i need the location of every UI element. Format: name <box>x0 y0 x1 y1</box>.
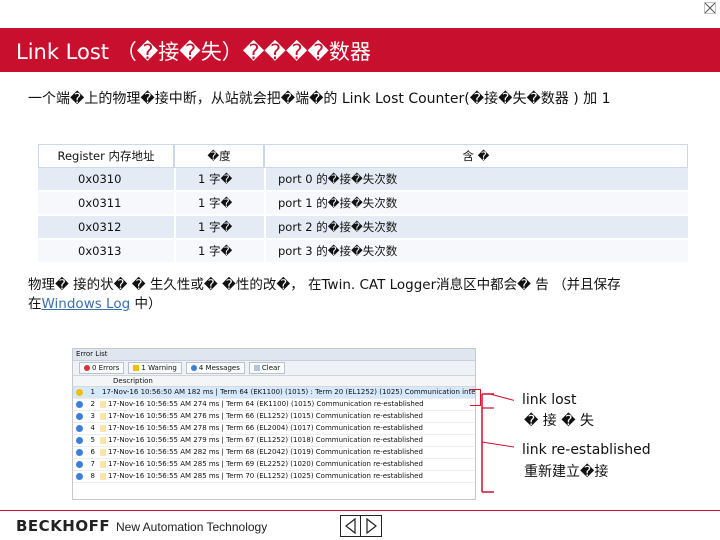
list-item[interactable]: 6 17-Nov-16 10:56:55 AM 282 ms | Term 68… <box>73 447 475 459</box>
table-row: 0x0311 1 字� port 1 的�接�失次数 <box>38 192 688 216</box>
info-icon <box>76 437 83 444</box>
row-text: 17-Nov-16 10:56:55 AM 279 ms | Term 67 (… <box>108 436 423 444</box>
brand-logo: BECKHOFF <box>16 517 111 535</box>
row-text: 17-Nov-16 10:56:55 AM 276 ms | Term 66 (… <box>108 412 423 420</box>
register-cell: 0x0310 <box>38 168 174 192</box>
document-icon <box>100 473 106 480</box>
info-icon <box>190 365 197 371</box>
brand-tagline: New Automation Technology <box>116 520 268 534</box>
footer-divider <box>0 510 720 511</box>
register-cell: 0x0312 <box>38 216 174 240</box>
info-icon <box>76 449 83 456</box>
list-item[interactable]: 5 17-Nov-16 10:56:55 AM 279 ms | Term 67… <box>73 435 475 447</box>
error-list-title: Error List <box>73 349 475 361</box>
errors-filter-label: 0 Errors <box>92 364 120 372</box>
length-cell: 1 字� <box>174 192 264 216</box>
messages-filter-button[interactable]: 4 Messages <box>185 362 245 374</box>
windows-log-link[interactable]: Windows Log <box>42 296 131 312</box>
document-icon <box>100 401 106 408</box>
meaning-cell: port 0 的�接�失次数 <box>264 168 688 192</box>
list-item[interactable]: 3 17-Nov-16 10:56:55 AM 276 ms | Term 66… <box>73 411 475 423</box>
close-icon[interactable] <box>704 2 716 14</box>
row-number: 3 <box>90 412 95 420</box>
column-header-register: Register 内存地址 <box>38 144 174 168</box>
list-item[interactable]: 8 17-Nov-16 10:56:55 AM 285 ms | Term 70… <box>73 471 475 483</box>
register-cell: 0x0311 <box>38 192 174 216</box>
error-list-window: Error List 0 Errors 1 Warning 4 Messages… <box>72 348 476 500</box>
description-paragraph: 物理� 接的状� � 生久性或� �性的改�， 在Twin. CAT Logge… <box>28 276 708 314</box>
info-icon <box>76 473 83 480</box>
warnings-filter-label: 1 Warning <box>141 364 177 372</box>
page-title: Link Lost （�接�失）����数器 <box>16 40 371 64</box>
row-text: 17-Nov-16 10:56:55 AM 278 ms | Term 66 (… <box>108 424 423 432</box>
clear-icon <box>253 365 260 371</box>
row-text: 17-Nov-16 10:56:50 AM 182 ms | Term 64 (… <box>102 388 476 396</box>
row-text: 17-Nov-16 10:56:55 AM 282 ms | Term 68 (… <box>108 448 423 456</box>
error-icon <box>84 365 90 371</box>
info-icon <box>76 461 83 468</box>
table-row: 0x0310 1 字� port 0 的�接�失次数 <box>38 168 688 192</box>
row-number: 6 <box>90 448 95 456</box>
register-table: Register 内存地址 �度 含 � 0x0310 1 字� port 0 … <box>38 144 688 264</box>
list-item[interactable]: 2 17-Nov-16 10:56:55 AM 274 ms | Term 64… <box>73 399 475 411</box>
meaning-cell: port 1 的�接�失次数 <box>264 192 688 216</box>
column-header-length: �度 <box>174 144 264 168</box>
clear-label: Clear <box>261 364 281 372</box>
document-icon <box>100 449 106 456</box>
paragraph-suffix: 中） <box>130 296 162 312</box>
row-number: 8 <box>90 472 95 480</box>
paragraph-line-2: 在Windows Log 中） <box>28 295 708 314</box>
paragraph-line-1: 物理� 接的状� � 生久性或� �性的改�， 在Twin. CAT Logge… <box>28 277 621 293</box>
list-item[interactable]: 4 17-Nov-16 10:56:55 AM 278 ms | Term 66… <box>73 423 475 435</box>
info-icon <box>76 401 83 408</box>
row-number: 2 <box>90 400 95 408</box>
intro-text: 一个端�上的物理�接中断，从站就会把�端�的 Link Lost Counter… <box>28 91 611 107</box>
document-icon <box>100 413 106 420</box>
row-number: 4 <box>90 424 95 432</box>
length-cell: 1 字� <box>174 168 264 192</box>
length-cell: 1 字� <box>174 216 264 240</box>
register-cell: 0x0313 <box>38 240 174 264</box>
warning-icon <box>76 389 83 396</box>
highlight-bracket <box>481 393 514 493</box>
row-text: 17-Nov-16 10:56:55 AM 274 ms | Term 64 (… <box>108 400 424 408</box>
document-icon <box>100 425 106 432</box>
next-slide-icon[interactable] <box>360 515 382 537</box>
table-row: 0x0313 1 字� port 3 的�接�失次数 <box>38 240 688 264</box>
document-icon <box>100 461 106 468</box>
messages-filter-label: 4 Messages <box>198 364 240 372</box>
previous-slide-icon[interactable] <box>340 515 362 537</box>
row-text: 17-Nov-16 10:56:55 AM 285 ms | Term 69 (… <box>108 460 423 468</box>
link-lost-label: link lost <box>522 392 577 408</box>
meaning-cell: port 2 的�接�失次数 <box>264 216 688 240</box>
warnings-filter-button[interactable]: 1 Warning <box>128 362 182 374</box>
link-reestablished-label: link re-established <box>522 442 651 458</box>
list-item[interactable]: 1 17-Nov-16 10:56:50 AM 182 ms | Term 64… <box>73 387 475 399</box>
length-cell: 1 字� <box>174 240 264 264</box>
row-number: 5 <box>90 436 95 444</box>
list-item[interactable]: 7 17-Nov-16 10:56:55 AM 285 ms | Term 69… <box>73 459 475 471</box>
row-number: 1 <box>90 388 95 396</box>
info-icon <box>76 425 83 432</box>
column-header-meaning: 含 � <box>264 144 688 168</box>
errors-filter-button[interactable]: 0 Errors <box>79 362 125 374</box>
error-list-toolbar: 0 Errors 1 Warning 4 Messages Clear <box>73 361 475 376</box>
description-column-header[interactable]: Description <box>73 376 475 387</box>
link-reestablished-cn-label: 重新建立�接 <box>524 464 609 480</box>
paragraph-prefix: 在 <box>28 296 42 312</box>
row-text: 17-Nov-16 10:56:55 AM 285 ms | Term 70 (… <box>108 472 423 480</box>
document-icon <box>100 437 106 444</box>
meaning-cell: port 3 的�接�失次数 <box>264 240 688 264</box>
table-row: 0x0312 1 字� port 2 的�接�失次数 <box>38 216 688 240</box>
link-lost-cn-label: � 接 � 失 <box>524 413 595 429</box>
warning-icon <box>133 365 140 371</box>
info-icon <box>76 413 83 420</box>
clear-button[interactable]: Clear <box>248 362 286 374</box>
row-number: 7 <box>90 460 95 468</box>
